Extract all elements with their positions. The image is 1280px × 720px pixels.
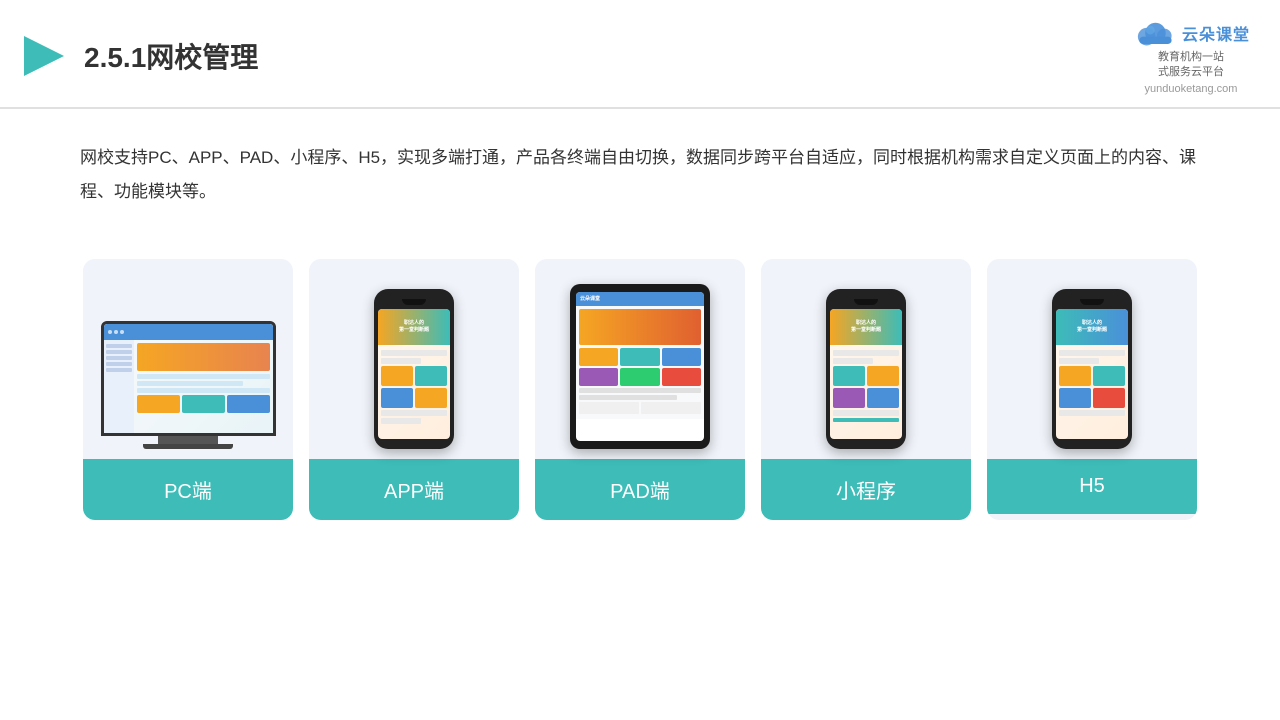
cards-container: PC端 职达人的第一堂判断题 — [0, 239, 1280, 540]
card-pad-image: 云朵课堂 — [535, 259, 745, 459]
card-app: 职达人的第一堂判断题 — [309, 259, 519, 520]
card-h5: 职达人的第一堂判断题 — [987, 259, 1197, 520]
description-paragraph: 网校支持PC、APP、PAD、小程序、H5，实现多端打通，产品各终端自由切换，数… — [80, 141, 1200, 209]
card-app-image: 职达人的第一堂判断题 — [309, 259, 519, 459]
logo-domain: yunduoketang.com — [1145, 83, 1238, 95]
pc-mockup — [101, 321, 276, 449]
card-miniprogram-label: 小程序 — [761, 459, 971, 520]
tablet-mockup: 云朵课堂 — [570, 284, 710, 449]
play-icon — [20, 32, 68, 80]
miniprogram-phone-mockup: 职达人的第一堂判断题 — [826, 289, 906, 449]
logo-cloud: 云朵课堂 — [1132, 18, 1250, 48]
card-miniprogram: 职达人的第一堂判断题 — [761, 259, 971, 520]
page-title: 2.5.1网校管理 — [84, 36, 258, 76]
card-app-label: APP端 — [309, 459, 519, 520]
card-h5-label: H5 — [987, 459, 1197, 514]
logo-tagline: 教育机构一站 式服务云平台 — [1158, 50, 1224, 81]
logo-area: 云朵课堂 教育机构一站 式服务云平台 yunduoketang.com — [1132, 18, 1250, 95]
card-miniprogram-image: 职达人的第一堂判断题 — [761, 259, 971, 459]
header: 2.5.1网校管理 云朵课堂 教育机构一站 式服务云平台 yunduoketan… — [0, 0, 1280, 109]
description-text: 网校支持PC、APP、PAD、小程序、H5，实现多端打通，产品各终端自由切换，数… — [0, 109, 1280, 229]
card-pad-label: PAD端 — [535, 459, 745, 520]
card-pc-label: PC端 — [83, 459, 293, 520]
h5-phone-mockup: 职达人的第一堂判断题 — [1052, 289, 1132, 449]
card-pad: 云朵课堂 — [535, 259, 745, 520]
card-pc-image — [83, 259, 293, 459]
app-phone-mockup: 职达人的第一堂判断题 — [374, 289, 454, 449]
cloud-logo-icon — [1132, 18, 1176, 48]
card-h5-image: 职达人的第一堂判断题 — [987, 259, 1197, 459]
card-pc: PC端 — [83, 259, 293, 520]
logo-text: 云朵课堂 — [1182, 21, 1250, 45]
header-left: 2.5.1网校管理 — [20, 32, 258, 80]
